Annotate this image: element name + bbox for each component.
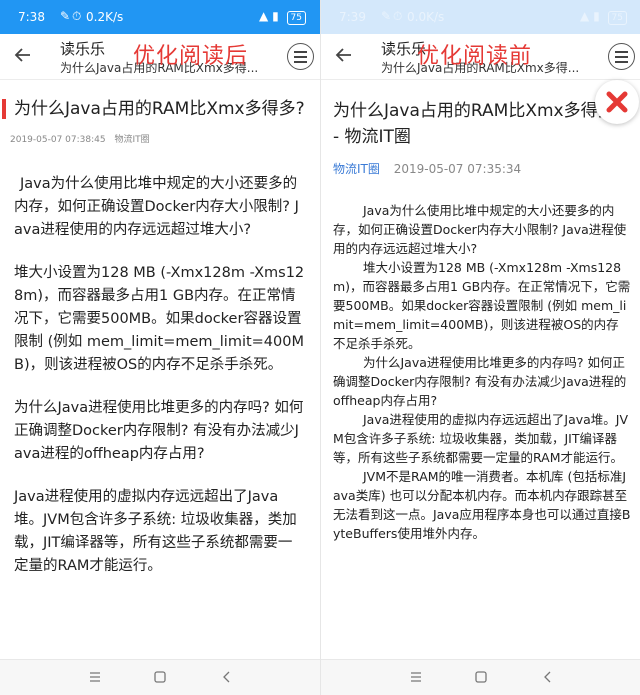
signal-icon: ▮ [593, 9, 600, 23]
article-paragraph: JVM不是RAM的唯一消费者。本机库 (包括标准Java类库) 也可以分配本机内… [333, 469, 631, 541]
article-paragraph: Java进程使用的虚拟内存远远超出了Java堆。JVM包含许多子系统: 垃圾收集… [333, 412, 629, 465]
battery-icon: 75 [286, 11, 306, 25]
optimized-reading-panel: 7:38 ✎⏱ 0.2K/s ▲ ▮ 75 读乐乐 为什么Java占用的RAM比… [0, 0, 320, 695]
article-body: 为什么Java占用的RAM比Xmx多得多? - 物流IT圈 物流IT圈 2019… [321, 84, 640, 659]
article-paragraph: 为什么Java进程使用比堆更多的内存吗? 如何正确调整Docker内存限制? 有… [333, 355, 627, 408]
recents-icon[interactable] [409, 670, 423, 684]
article-title: 为什么Java占用的RAM比Xmx多得多? - 物流IT圈 [333, 101, 624, 147]
notification-icons: ✎⏱ [60, 9, 84, 23]
overlay-label-before: 优化阅读前 [417, 44, 533, 69]
back-arrow-icon[interactable] [331, 42, 357, 68]
battery-icon: 75 [607, 11, 627, 25]
article-meta: 物流IT圈 2019-05-07 07:35:34 [321, 160, 640, 177]
menu-icon-line [615, 61, 628, 63]
status-right-icons: ▲ ▮ 75 [580, 9, 627, 25]
article-paragraph: 堆大小设置为128 MB (-Xmx128m -Xms128m)，而容器最多占用… [333, 260, 631, 351]
system-nav-bar [0, 659, 320, 695]
article-paragraph: Java为什么使用比堆中规定的大小还要多的内存，如何正确设置Docker内存大小… [333, 203, 627, 256]
article-body: 为什么Java占用的RAM比Xmx多得多? 2019-05-07 07:38:4… [0, 84, 320, 659]
menu-icon-line [294, 61, 307, 63]
menu-icon-line [615, 56, 628, 58]
article-paragraph: Java为什么使用比堆中规定的大小还要多的内存，如何正确设置Docker内存大小… [14, 176, 299, 238]
menu-icon-line [294, 51, 307, 53]
article-paragraph: 堆大小设置为128 MB (-Xmx128m -Xms128m)，而容器最多占用… [14, 265, 305, 373]
back-nav-icon[interactable] [220, 670, 234, 684]
wifi-icon: ▲ [259, 9, 269, 23]
close-x-icon [606, 91, 628, 113]
original-reading-panel: 7:39 ✎⏱ 0.0K/s ▲ ▮ 75 读乐乐 为什么Java占用的RAM比… [320, 0, 640, 695]
status-time: 7:39 [339, 10, 366, 24]
menu-button[interactable] [608, 43, 635, 70]
article-timestamp: 2019-05-07 07:38:45 [10, 135, 106, 145]
article-paragraph: Java进程使用的虚拟内存远远超出了Java堆。JVM包含许多子系统: 垃圾收集… [14, 489, 297, 574]
network-speed: 0.0K/s [407, 10, 445, 24]
status-bar: 7:39 ✎⏱ 0.0K/s ▲ ▮ 75 [321, 0, 640, 34]
article-paragraph: 为什么Java进程使用比堆更多的内存吗? 如何正确调整Docker内存限制? 有… [14, 400, 304, 462]
article-timestamp: 2019-05-07 07:35:34 [393, 162, 522, 176]
status-time: 7:38 [18, 10, 45, 24]
status-bar: 7:38 ✎⏱ 0.2K/s ▲ ▮ 75 [0, 0, 320, 34]
menu-button[interactable] [287, 43, 314, 70]
menu-icon-line [294, 56, 307, 58]
app-header: 读乐乐 为什么Java占用的RAM比Xmx多得... 优化阅读前 [321, 34, 640, 80]
back-nav-icon[interactable] [541, 670, 555, 684]
network-speed: 0.2K/s [86, 10, 124, 24]
home-icon[interactable] [153, 670, 167, 684]
article-title: 为什么Java占用的RAM比Xmx多得多? [0, 96, 320, 122]
article-source-link[interactable]: 物流IT圈 [333, 162, 380, 176]
app-name: 读乐乐 [60, 40, 106, 58]
back-arrow-icon[interactable] [10, 42, 36, 68]
signal-icon: ▮ [272, 9, 279, 23]
status-right-icons: ▲ ▮ 75 [259, 9, 306, 25]
article-meta: 2019-05-07 07:38:45 物流IT圈 [0, 132, 320, 145]
home-icon[interactable] [474, 670, 488, 684]
system-nav-bar [321, 659, 640, 695]
menu-icon-line [615, 51, 628, 53]
overlay-label-after: 优化阅读后 [133, 44, 249, 69]
close-button[interactable] [595, 80, 639, 124]
recents-icon[interactable] [88, 670, 102, 684]
notification-icons: ✎⏱ [381, 9, 405, 23]
app-header: 读乐乐 为什么Java占用的RAM比Xmx多得... 优化阅读后 [0, 34, 320, 80]
article-source: 物流IT圈 [114, 135, 150, 145]
wifi-icon: ▲ [580, 9, 590, 23]
